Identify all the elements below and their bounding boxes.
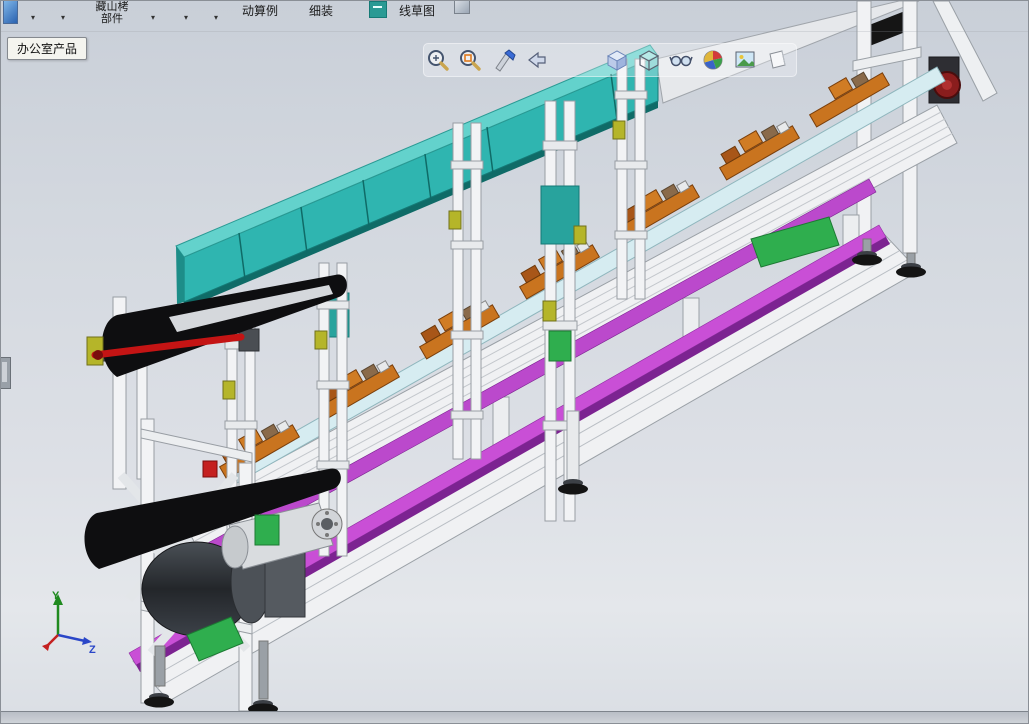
zoom-to-fit-icon[interactable] [425, 47, 451, 73]
zoom-to-area-icon[interactable] [457, 47, 483, 73]
dropdown-arrow[interactable]: ▾ [184, 13, 188, 22]
section-view-icon[interactable] [492, 47, 518, 73]
partial-toolbar-icon[interactable] [3, 1, 18, 24]
toolbar-group-label-line2: 部件 [101, 13, 123, 25]
toolbar-item-detail[interactable]: 细装 [309, 2, 333, 19]
previous-view-icon[interactable] [524, 47, 550, 73]
bottom-window-edge [1, 711, 1028, 723]
dropdown-arrow[interactable]: ▾ [151, 13, 155, 22]
toolbar-group-button[interactable]: 藏山栲 部件 [85, 1, 139, 25]
z-axis-arrow [57, 633, 86, 643]
hide-show-items-icon[interactable] [668, 47, 694, 73]
dropdown-arrow[interactable]: ▾ [214, 13, 218, 22]
z-axis-label: Z [89, 644, 96, 656]
partial-toolbar-icon-2[interactable] [454, 1, 470, 14]
display-style-icon[interactable] [636, 47, 662, 73]
view-orientation-icon[interactable] [604, 47, 630, 73]
dropdown-arrow[interactable]: ▾ [31, 13, 35, 22]
toolbar-item-motion-study[interactable]: 动算例 [242, 2, 278, 19]
coordinate-triad: Y Z [42, 590, 96, 656]
sketch-toolbar-icon[interactable] [369, 1, 387, 18]
model-viewport[interactable]: Y Z [1, 1, 1029, 724]
office-products-tab[interactable]: 办公室产品 [7, 37, 88, 60]
tower-3 [612, 58, 648, 300]
view-settings-icon[interactable] [764, 47, 790, 73]
toolbar-item-line-sketch[interactable]: 线草图 [399, 2, 435, 19]
heads-up-view-toolbar [423, 43, 797, 77]
application-window: Y Z 藏山栲 部件 ▾ ▾ ▾ ▾ ▾ 动算例 细装 线草图 办公室产品 [0, 0, 1029, 724]
edit-appearance-icon[interactable] [700, 47, 726, 73]
apply-scene-icon[interactable] [732, 47, 758, 73]
panel-splitter-tab[interactable] [1, 357, 11, 389]
top-toolbar: 藏山栲 部件 ▾ ▾ ▾ ▾ ▾ 动算例 细装 线草图 [1, 1, 1028, 32]
toolbar-group-label-line1: 藏山栲 [95, 1, 129, 13]
dropdown-arrow[interactable]: ▾ [61, 13, 65, 22]
y-axis-label: Y [52, 590, 60, 602]
